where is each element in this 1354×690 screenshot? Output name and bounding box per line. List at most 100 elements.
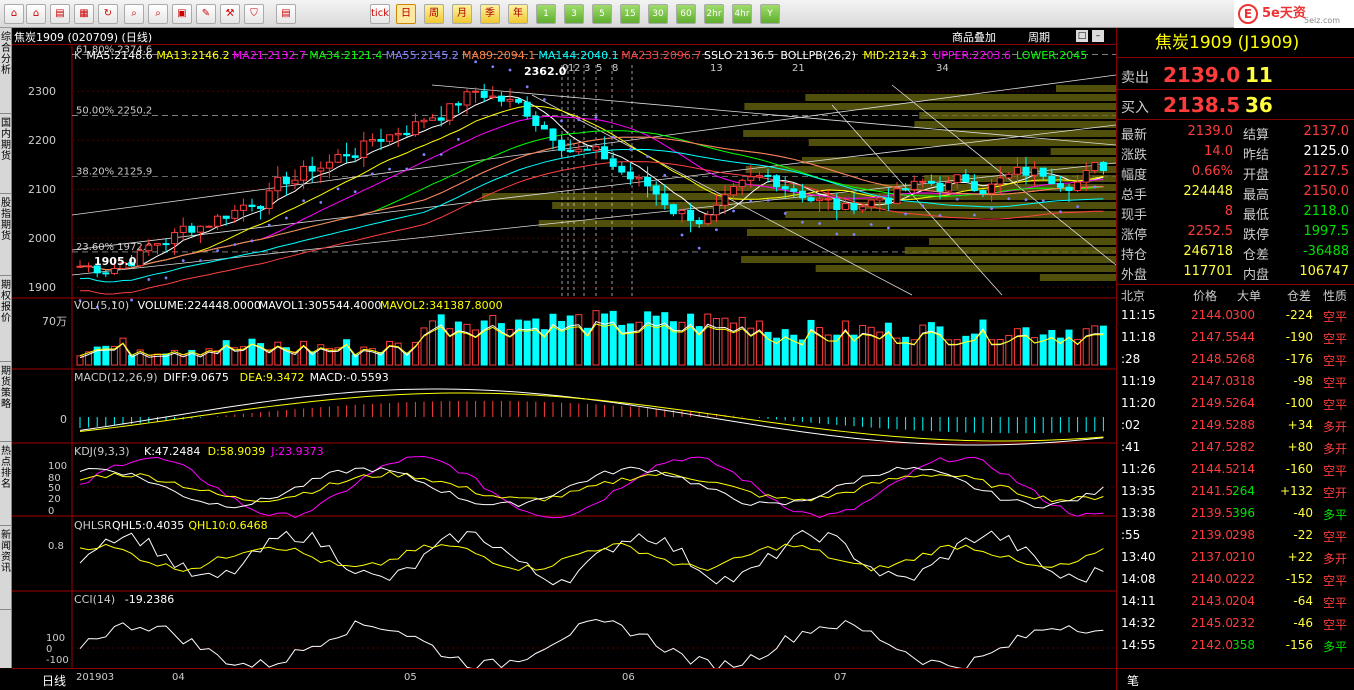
toolbar-button-6[interactable]: ⌕ (148, 4, 168, 24)
toolbar-button-5[interactable]: ⌕ (124, 4, 144, 24)
volume-bar (463, 323, 471, 366)
candle-body (884, 197, 892, 204)
toolbar-button-7[interactable]: ▣ (172, 4, 192, 24)
candle-body (523, 101, 531, 117)
candle-body (317, 167, 325, 172)
candle-body (876, 197, 884, 201)
candle-body (506, 98, 514, 102)
toolbar-button-18[interactable]: 1 (536, 4, 556, 24)
candle-body (755, 174, 763, 178)
volume-bar (1065, 329, 1073, 366)
cci-line (79, 618, 1104, 668)
restore-icon[interactable]: □ (1076, 30, 1088, 42)
toolbar-button-22[interactable]: 30 (648, 4, 668, 24)
candle-body (102, 272, 110, 275)
candle-body (549, 128, 557, 141)
volume-bar (1022, 327, 1030, 366)
high-label: 2362.0 (524, 65, 567, 78)
candle-body (394, 132, 402, 136)
left-tab-2[interactable]: 股指期货 (0, 194, 12, 276)
vol-legend: VOLUME:224448.0000 (138, 299, 261, 312)
toolbar-button-17[interactable]: 年 (508, 4, 528, 24)
candle-body (205, 225, 213, 228)
toolbar-button-16[interactable]: 季 (480, 4, 500, 24)
volume-profile-bar (802, 157, 1116, 164)
volume-bar (781, 329, 789, 366)
toolbar-button-21[interactable]: 15 (620, 4, 640, 24)
min-icon[interactable]: – (1092, 30, 1104, 42)
left-tab-0[interactable]: 综合分析 (0, 28, 12, 114)
tick-tab[interactable]: 笔 (1127, 672, 1139, 689)
candle-body (420, 119, 428, 123)
toolbar-button-0[interactable]: ⌂ (4, 4, 24, 24)
left-tab-5[interactable]: 热点排名 (0, 442, 12, 526)
candle-body (85, 265, 93, 268)
toolbar-button-23[interactable]: 60 (676, 4, 696, 24)
toolbar-button-15[interactable]: 月 (452, 4, 472, 24)
toolbar-button-9[interactable]: ⚒ (220, 4, 240, 24)
period-label[interactable]: 日线 (42, 672, 66, 689)
candle-body (1013, 166, 1021, 175)
sar-dot (371, 172, 374, 176)
left-tab-1[interactable]: 国内期货 (0, 114, 12, 194)
toolbar-button-14[interactable]: 周 (424, 4, 444, 24)
sar-dot (680, 233, 684, 237)
toolbar-button-26[interactable]: Y (760, 4, 780, 24)
left-tab-4[interactable]: 期货策略 (0, 362, 12, 442)
toolbar-button-1[interactable]: ⌂ (26, 4, 46, 24)
candle-body (833, 198, 841, 211)
sar-dot (1076, 205, 1079, 208)
x-label: 05 (404, 672, 417, 683)
cci-tick: 0 (46, 644, 52, 655)
candle-body (730, 186, 738, 196)
left-tab-6[interactable]: 新闻资讯 (0, 526, 12, 610)
toolbar-button-8[interactable]: ✎ (196, 4, 216, 24)
candle-body (945, 182, 953, 192)
y-tick: 2000 (28, 232, 56, 245)
overlay-button[interactable]: 商品叠加 (952, 29, 996, 45)
kdj-tick: 50 (48, 483, 61, 494)
sar-dot (697, 246, 701, 250)
tick-row: :02 2149.5 288 +34 多开 (1121, 418, 1348, 434)
toolbar-button-10[interactable]: ⛉ (244, 4, 264, 24)
candle-body (747, 176, 755, 181)
candle-body (1039, 167, 1047, 177)
candle-body (489, 95, 497, 98)
candle-body (859, 206, 867, 211)
sar-dot (749, 199, 753, 203)
volume-bar (248, 338, 256, 366)
cycle-label: 8 (612, 63, 618, 74)
cycle-label: 5 (596, 63, 602, 74)
volume-bar (859, 325, 867, 366)
volume-bar (867, 326, 875, 366)
toolbar-button-2[interactable]: ▤ (50, 4, 70, 24)
toolbar-button-13[interactable]: 日 (396, 4, 416, 24)
sar-dot (869, 223, 873, 226)
toolbar-button-11[interactable]: ▤ (276, 4, 296, 24)
chart-area[interactable]: 2300220021002000190061.80% 2374.650.00% … (12, 45, 1116, 668)
volume-bar (343, 339, 351, 366)
sar-dot (766, 198, 770, 202)
toolbar-button-4[interactable]: ↻ (98, 4, 118, 24)
cci-legend: -19.2386 (125, 593, 174, 606)
toolbar-button-24[interactable]: 2hr (704, 4, 724, 24)
toolbar-button-3[interactable]: ▦ (74, 4, 94, 24)
left-tab-3[interactable]: 期权报价 (0, 276, 12, 362)
tick-row: 14:08 2140.0 222 -152 空平 (1121, 572, 1348, 588)
ma-legend: MA89:2094.1 (462, 49, 535, 62)
candle-body (773, 175, 781, 188)
volume-bar (454, 321, 462, 366)
volume-bar (592, 310, 600, 366)
volume-bar (945, 339, 953, 366)
sar-dot (250, 239, 254, 243)
toolbar-button-20[interactable]: 5 (592, 4, 612, 24)
quote-row: 总手 224448 最高 2150.0 (1121, 184, 1349, 203)
candle-body (738, 179, 746, 188)
toolbar-button-12[interactable]: tick (370, 4, 390, 24)
toolbar-button-25[interactable]: 4hr (732, 4, 752, 24)
period-button[interactable]: 周期 (1028, 29, 1050, 45)
sar-dot (938, 214, 942, 217)
volume-bar (936, 326, 944, 366)
toolbar-button-19[interactable]: 3 (564, 4, 584, 24)
candle-body (867, 199, 875, 208)
